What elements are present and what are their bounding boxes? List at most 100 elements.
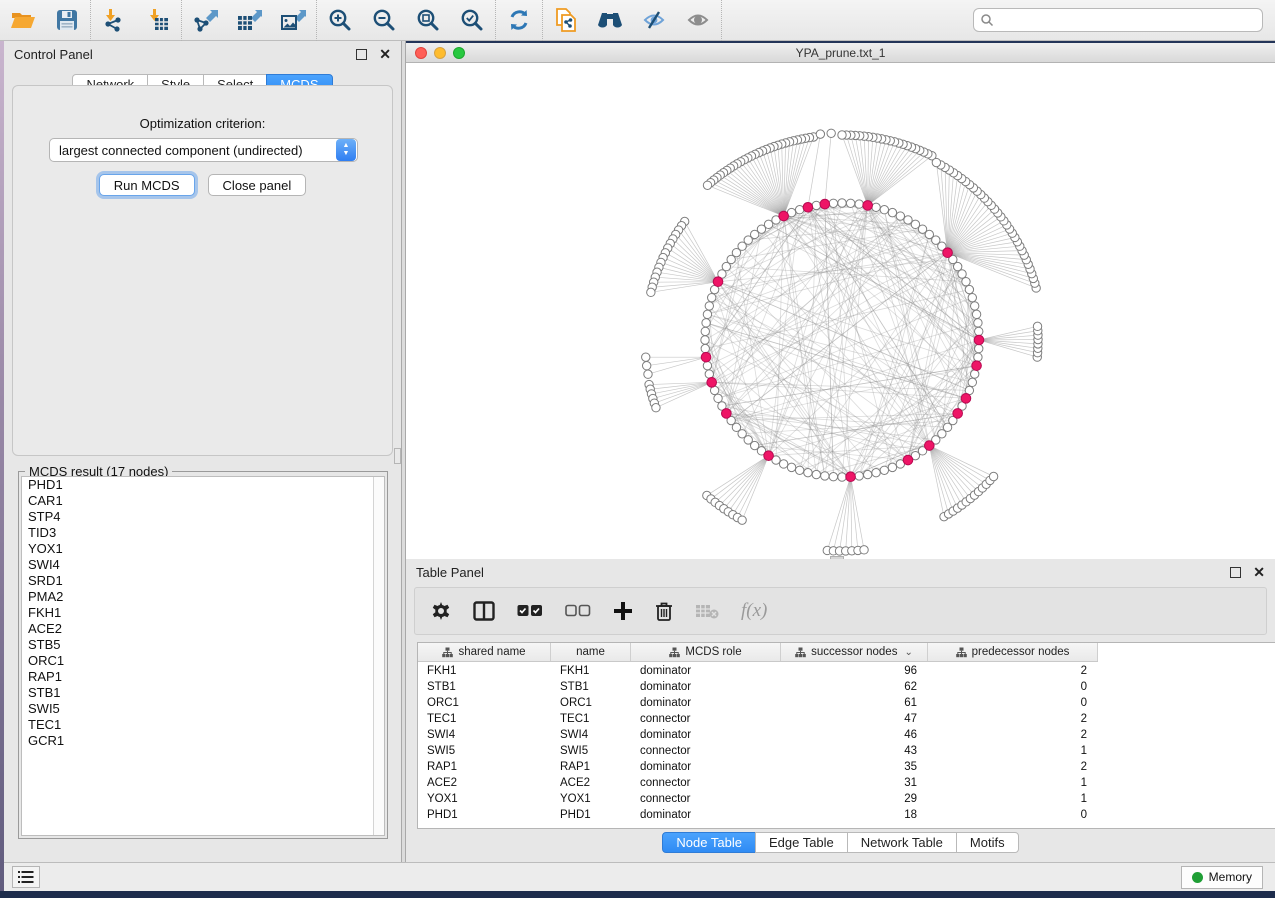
mcds-list-scrollbar[interactable]	[373, 477, 384, 835]
search-input[interactable]	[998, 13, 1256, 27]
network-view-window: YPA_prune.txt_1	[406, 43, 1275, 559]
table-row[interactable]: SWI4SWI4dominator462	[418, 727, 1275, 743]
table-row[interactable]: TEC1TEC1connector472	[418, 711, 1275, 727]
zoom-out-button[interactable]	[369, 5, 399, 35]
column-header-shared-name[interactable]: shared name	[418, 643, 551, 661]
mcds-result-item[interactable]: RAP1	[22, 669, 384, 685]
close-panel-button[interactable]: Close panel	[208, 174, 307, 196]
table-row[interactable]: STB1STB1dominator620	[418, 679, 1275, 695]
float-table-panel-icon[interactable]	[1230, 567, 1241, 578]
table-panel-title: Table Panel	[416, 565, 484, 580]
control-panel: Control Panel ✕ NetworkStyleSelectMCDS O…	[4, 41, 401, 862]
save-session-button[interactable]	[52, 5, 82, 35]
table-row[interactable]: ORC1ORC1dominator610	[418, 695, 1275, 711]
criterion-dropdown[interactable]: largest connected component (undirected)…	[49, 138, 358, 162]
table-cell: 2	[928, 665, 1098, 677]
select-all-button[interactable]	[517, 604, 543, 618]
show-all-button[interactable]	[683, 5, 713, 35]
table-cell: STB1	[551, 681, 631, 693]
hide-selected-button[interactable]	[639, 5, 669, 35]
tab-edge-table[interactable]: Edge Table	[755, 832, 848, 853]
memory-button[interactable]: Memory	[1181, 866, 1263, 889]
attribute-type-icon	[795, 647, 806, 658]
mcds-result-item[interactable]: SRD1	[22, 573, 384, 589]
add-column-button[interactable]	[613, 601, 633, 621]
mcds-result-item[interactable]: STP4	[22, 509, 384, 525]
column-settings-button[interactable]	[431, 601, 451, 621]
mcds-result-item[interactable]: YOX1	[22, 541, 384, 557]
delete-table-button[interactable]	[695, 603, 719, 619]
export-network-button[interactable]	[190, 5, 220, 35]
network-window-title: YPA_prune.txt_1	[406, 46, 1275, 60]
table-row[interactable]: ACE2ACE2connector311	[418, 775, 1275, 791]
export-image-button[interactable]	[278, 5, 308, 35]
close-table-panel-icon[interactable]: ✕	[1253, 565, 1265, 579]
mcds-result-item[interactable]: PHD1	[22, 477, 384, 493]
tab-network-table[interactable]: Network Table	[847, 832, 957, 853]
table-cell: YOX1	[551, 793, 631, 805]
table-row[interactable]: SWI5SWI5connector431	[418, 743, 1275, 759]
column-label: predecessor nodes	[972, 646, 1070, 658]
table-row[interactable]: PHD1PHD1dominator180	[418, 807, 1275, 823]
table-cell: dominator	[631, 665, 781, 677]
zoom-in-button[interactable]	[325, 5, 355, 35]
clone-network-button[interactable]	[551, 5, 581, 35]
mcds-result-item[interactable]: ACE2	[22, 621, 384, 637]
open-session-button[interactable]	[8, 5, 38, 35]
tab-node-table[interactable]: Node Table	[662, 832, 756, 853]
tab-motifs[interactable]: Motifs	[956, 832, 1019, 853]
column-header-name[interactable]: name	[551, 643, 631, 661]
column-label: shared name	[458, 646, 525, 658]
float-panel-icon[interactable]	[356, 49, 367, 60]
close-panel-icon[interactable]: ✕	[379, 47, 391, 61]
vertical-splitter-handle[interactable]	[394, 448, 401, 464]
mcds-result-item[interactable]: SWI5	[22, 701, 384, 717]
mcds-result-item[interactable]: CAR1	[22, 493, 384, 509]
export-table-button[interactable]	[234, 5, 264, 35]
import-table-button[interactable]	[143, 5, 173, 35]
table-panel-tabs: Node TableEdge TableNetwork TableMotifs	[406, 832, 1275, 853]
zoom-out-icon	[372, 8, 396, 32]
mcds-result-item[interactable]: SWI4	[22, 557, 384, 573]
mcds-result-item[interactable]: TEC1	[22, 717, 384, 733]
mcds-result-item[interactable]: TID3	[22, 525, 384, 541]
deselect-all-button[interactable]	[565, 604, 591, 618]
function-builder-button[interactable]: f(x)	[741, 600, 767, 622]
mcds-result-item[interactable]: FKH1	[22, 605, 384, 621]
table-row[interactable]: RAP1RAP1dominator352	[418, 759, 1275, 775]
table-cell: connector	[631, 713, 781, 725]
table-cell: connector	[631, 777, 781, 789]
column-label: name	[576, 646, 605, 658]
zoom-selected-button[interactable]	[457, 5, 487, 35]
run-mcds-button[interactable]: Run MCDS	[99, 174, 195, 196]
table-cell: 2	[928, 761, 1098, 773]
mcds-result-item[interactable]: STB5	[22, 637, 384, 653]
network-search-button[interactable]	[595, 5, 625, 35]
mcds-result-list[interactable]: PHD1CAR1STP4TID3YOX1SWI4SRD1PMA2FKH1ACE2…	[21, 476, 385, 836]
table-cell: 0	[928, 809, 1098, 821]
column-header-predecessor-nodes[interactable]: predecessor nodes	[928, 643, 1098, 661]
table-cell: 29	[781, 793, 928, 805]
import-network-button[interactable]	[99, 5, 129, 35]
mcds-result-item[interactable]: STB1	[22, 685, 384, 701]
table-cell: dominator	[631, 761, 781, 773]
main-toolbar	[0, 0, 1275, 41]
status-bar: Memory	[4, 862, 1275, 891]
mcds-result-item[interactable]: PMA2	[22, 589, 384, 605]
table-cell: SWI5	[551, 745, 631, 757]
network-graph-canvas[interactable]	[406, 63, 1275, 559]
delete-column-button[interactable]	[655, 601, 673, 622]
mcds-result-item[interactable]: ORC1	[22, 653, 384, 669]
column-header-successor-nodes[interactable]: successor nodes⌄	[781, 643, 928, 661]
table-cell: 96	[781, 665, 928, 677]
refresh-button[interactable]	[504, 5, 534, 35]
column-header-mcds-role[interactable]: MCDS role	[631, 643, 781, 661]
show-columns-button[interactable]	[473, 601, 495, 621]
zoom-in-icon	[328, 8, 352, 32]
table-row[interactable]: YOX1YOX1connector291	[418, 791, 1275, 807]
table-row[interactable]: FKH1FKH1dominator962	[418, 663, 1275, 679]
table-cell: TEC1	[418, 713, 551, 725]
task-history-button[interactable]	[12, 866, 40, 888]
zoom-fit-button[interactable]	[413, 5, 443, 35]
mcds-result-item[interactable]: GCR1	[22, 733, 384, 749]
